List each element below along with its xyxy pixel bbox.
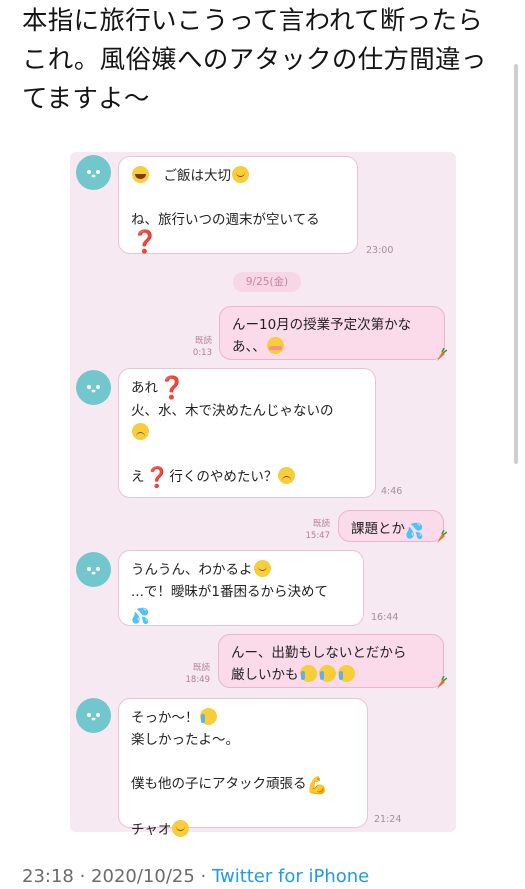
smile-emoji <box>232 166 249 183</box>
sweat-drops-emoji: 💦 <box>131 607 150 625</box>
message-text: チャオ <box>131 822 172 838</box>
message-text: んー10月の授業予定次第かな <box>232 317 412 333</box>
message-bubble[interactable]: んー、出勤もしないとだから 厳しいかも <box>218 634 444 688</box>
avatar <box>76 370 111 405</box>
message-text: んー、出勤もしないとだから <box>231 645 407 661</box>
worried-emoji <box>132 423 149 440</box>
read-receipt: 既読 0:13 <box>192 336 212 358</box>
carrot-icon <box>437 348 447 361</box>
message-time: 16:44 <box>371 612 399 623</box>
carrot-icon <box>437 676 447 689</box>
black-question-mark-emoji: ❓ <box>144 465 170 489</box>
avatar <box>76 155 111 190</box>
message-line: 課題とか💦 <box>351 518 431 542</box>
avatar <box>76 698 111 733</box>
date-separator: 9/25(金) <box>233 272 301 292</box>
crying-emoji <box>199 708 217 725</box>
message-line: んー、出勤もしないとだから <box>231 642 431 664</box>
message-bubble[interactable]: あれ❓ 火、水、木で決めたんじゃないの え❓行くのやめたい？ <box>118 368 376 498</box>
crying-emoji <box>337 665 355 682</box>
message-text: あれ <box>131 380 158 396</box>
message-line: そっか〜！ <box>131 707 355 729</box>
message-line: んー10月の授業予定次第かな <box>232 314 432 336</box>
message-text: 課題とか <box>351 521 405 537</box>
hug-emoji <box>132 166 149 183</box>
message-bubble[interactable]: 課題とか💦 <box>338 510 444 542</box>
message-line <box>131 187 345 209</box>
message-line <box>131 444 363 466</box>
message-bubble[interactable]: うんうん、わかるよ ...で！曖昧が1番困るから決めて 💦 <box>118 550 364 626</box>
message-text <box>131 800 135 816</box>
smile-emoji <box>172 820 190 837</box>
tweet-text: 本指に旅行いこうって言われて断ったらこれ。風俗嬢へのアタックの仕方間違ってますよ… <box>22 6 487 114</box>
message-line: ...で！曖昧が1番困るから決めて <box>131 581 351 603</box>
message-line: ご飯は大切 <box>131 165 345 187</box>
message-time: 21:24 <box>374 814 402 825</box>
message-text: うんうん、わかるよ <box>131 562 253 578</box>
message-line: うんうん、わかるよ <box>131 559 351 581</box>
sweat-drops-emoji: 💦 <box>405 522 424 540</box>
carrot-icon <box>437 530 447 543</box>
crying-emoji <box>299 665 317 682</box>
message-line: ❓ <box>131 231 345 254</box>
message-line: 厳しいかも <box>231 664 431 686</box>
tweet-source-link[interactable]: Twitter for iPhone <box>212 866 369 887</box>
scrollbar[interactable] <box>514 64 518 464</box>
flexed-biceps-emoji: 💪 <box>306 776 328 796</box>
message-line <box>131 751 355 773</box>
message-bubble[interactable]: そっか〜！ 楽しかったよ〜。 僕も他の子にアタック頑張る💪 チャオ <box>118 698 368 838</box>
message-line: あれ❓ <box>131 377 363 400</box>
chat-screenshot: 9/25(金) ご飯は大切 ね、旅行いつの週末が空いてる ❓ 23:00 んー10… <box>70 152 456 838</box>
message-text <box>131 754 135 770</box>
sad-emoji <box>278 467 296 484</box>
message-text: 行くのやめたい？ <box>169 469 278 485</box>
message-line <box>131 422 363 444</box>
message-bubble[interactable]: んー10月の授業予定次第かな あ、、 <box>219 306 445 360</box>
message-text: ...で！曖昧が1番困るから決めて <box>131 584 328 600</box>
message-text: 火、水、木で決めたんじゃないの <box>131 403 334 419</box>
message-text: ね、旅行いつの週末が空いてる <box>131 212 320 228</box>
message-line: え❓行くのやめたい？ <box>131 466 363 488</box>
message-line <box>131 797 355 819</box>
message-text: え <box>131 469 145 485</box>
message-text: あ、、 <box>232 339 266 355</box>
question-mark-emoji: ❓ <box>158 376 186 401</box>
message-line: あ、、 <box>232 336 432 358</box>
read-receipt: 既読 15:47 <box>305 519 331 541</box>
message-time: 23:00 <box>366 245 394 256</box>
flush-emoji <box>266 337 284 354</box>
message-text <box>131 190 135 206</box>
read-receipt: 既読 18:49 <box>185 663 211 685</box>
message-line: 💦 <box>131 603 351 627</box>
question-mark-emoji: ❓ <box>131 230 159 255</box>
smile-emoji <box>253 560 271 577</box>
message-line: 楽しかったよ〜。 <box>131 729 355 751</box>
message-line: ね、旅行いつの週末が空いてる <box>131 209 345 231</box>
message-text: 厳しいかも <box>231 667 299 683</box>
tweet-footer: 23:18 · 2020/10/25 · Twitter for iPhone <box>22 866 369 887</box>
message-text: そっか〜！ <box>131 710 199 726</box>
message-bubble[interactable]: ご飯は大切 ね、旅行いつの週末が空いてる ❓ <box>118 156 358 254</box>
message-text: 楽しかったよ〜。 <box>131 732 239 748</box>
message-time: 4:46 <box>381 486 403 497</box>
tweet-timestamp: 23:18 · 2020/10/25 · <box>22 866 212 887</box>
message-line: 火、水、木で決めたんじゃないの <box>131 400 363 422</box>
message-text: 僕も他の子にアタック頑張る <box>131 776 307 792</box>
message-line: チャオ <box>131 819 355 841</box>
crying-emoji <box>318 665 336 682</box>
avatar <box>76 552 111 587</box>
message-line: 僕も他の子にアタック頑張る💪 <box>131 773 355 797</box>
message-text <box>131 447 135 463</box>
message-text: ご飯は大切 <box>150 168 231 184</box>
